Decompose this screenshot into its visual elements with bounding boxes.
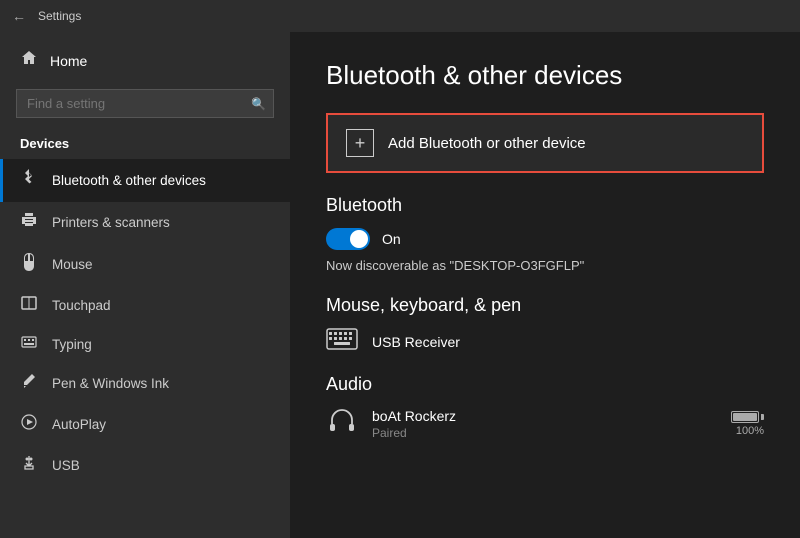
sidebar-item-typing-label: Typing	[52, 337, 92, 352]
battery-icon	[731, 411, 764, 423]
battery-body	[731, 411, 759, 423]
sidebar-item-usb-label: USB	[52, 458, 80, 473]
sidebar-item-usb[interactable]: USB	[0, 445, 290, 486]
add-device-plus-icon: +	[346, 129, 374, 157]
sidebar: Home 🔍 Devices Bluetooth & other devices…	[0, 32, 290, 538]
sidebar-item-printers[interactable]: Printers & scanners	[0, 202, 290, 243]
sidebar-home-label: Home	[50, 53, 87, 69]
battery-tip	[761, 414, 764, 420]
add-device-button[interactable]: + Add Bluetooth or other device	[326, 113, 764, 173]
sidebar-item-pen-label: Pen & Windows Ink	[52, 376, 169, 391]
toggle-knob	[350, 230, 368, 248]
autoplay-icon	[20, 414, 38, 435]
title-bar: ← Settings	[0, 0, 800, 32]
main-layout: Home 🔍 Devices Bluetooth & other devices…	[0, 32, 800, 538]
bluetooth-icon	[20, 169, 38, 192]
search-input[interactable]	[16, 89, 274, 118]
bluetooth-toggle-label: On	[382, 231, 401, 247]
bluetooth-toggle-row: On	[326, 228, 764, 250]
sidebar-item-pen[interactable]: Pen & Windows Ink	[0, 363, 290, 404]
title-bar-title: Settings	[38, 9, 81, 23]
battery-percent: 100%	[736, 425, 764, 437]
content-area: Bluetooth & other devices + Add Bluetoot…	[290, 32, 800, 538]
printer-icon	[20, 212, 38, 233]
audio-device-left: boAt Rockerz Paired	[326, 407, 456, 441]
mouse-keyboard-section-title: Mouse, keyboard, & pen	[326, 295, 764, 316]
usb-icon	[20, 455, 38, 476]
sidebar-section-label: Devices	[0, 130, 290, 159]
sidebar-item-printers-label: Printers & scanners	[52, 215, 170, 230]
sidebar-item-mouse-label: Mouse	[52, 257, 93, 272]
pen-icon	[20, 373, 38, 394]
usb-receiver-label: USB Receiver	[372, 334, 460, 350]
audio-device-status: Paired	[372, 426, 456, 440]
sidebar-item-typing[interactable]: Typing	[0, 325, 290, 363]
audio-section: Audio boAt Rockerz Paired	[326, 374, 764, 441]
sidebar-item-bluetooth-label: Bluetooth & other devices	[52, 173, 206, 188]
audio-device-name: boAt Rockerz	[372, 408, 456, 424]
mouse-icon	[20, 253, 38, 276]
usb-receiver-row: USB Receiver	[326, 328, 764, 356]
sidebar-item-touchpad-label: Touchpad	[52, 298, 111, 313]
add-device-label: Add Bluetooth or other device	[388, 135, 586, 152]
search-icon: 🔍	[251, 97, 266, 111]
battery-fill	[733, 413, 757, 421]
home-icon	[20, 50, 38, 71]
audio-device-info: boAt Rockerz Paired	[372, 408, 456, 440]
bluetooth-discoverable-text: Now discoverable as "DESKTOP-O3FGFLP"	[326, 258, 764, 273]
page-title: Bluetooth & other devices	[326, 60, 764, 91]
sidebar-item-bluetooth[interactable]: Bluetooth & other devices	[0, 159, 290, 202]
audio-device-row: boAt Rockerz Paired 100%	[326, 407, 764, 441]
back-button[interactable]: ←	[12, 8, 26, 24]
sidebar-search-container: 🔍	[16, 89, 274, 118]
sidebar-item-home[interactable]: Home	[0, 40, 290, 81]
bluetooth-toggle[interactable]	[326, 228, 370, 250]
sidebar-item-touchpad[interactable]: Touchpad	[0, 286, 290, 325]
audio-section-title: Audio	[326, 374, 764, 395]
touchpad-icon	[20, 296, 38, 315]
keyboard-icon	[326, 328, 358, 356]
sidebar-item-autoplay[interactable]: AutoPlay	[0, 404, 290, 445]
bluetooth-section-title: Bluetooth	[326, 195, 764, 216]
sidebar-item-mouse[interactable]: Mouse	[0, 243, 290, 286]
headset-icon	[326, 407, 358, 441]
typing-icon	[20, 335, 38, 353]
sidebar-item-autoplay-label: AutoPlay	[52, 417, 106, 432]
battery-indicator: 100%	[731, 411, 764, 437]
